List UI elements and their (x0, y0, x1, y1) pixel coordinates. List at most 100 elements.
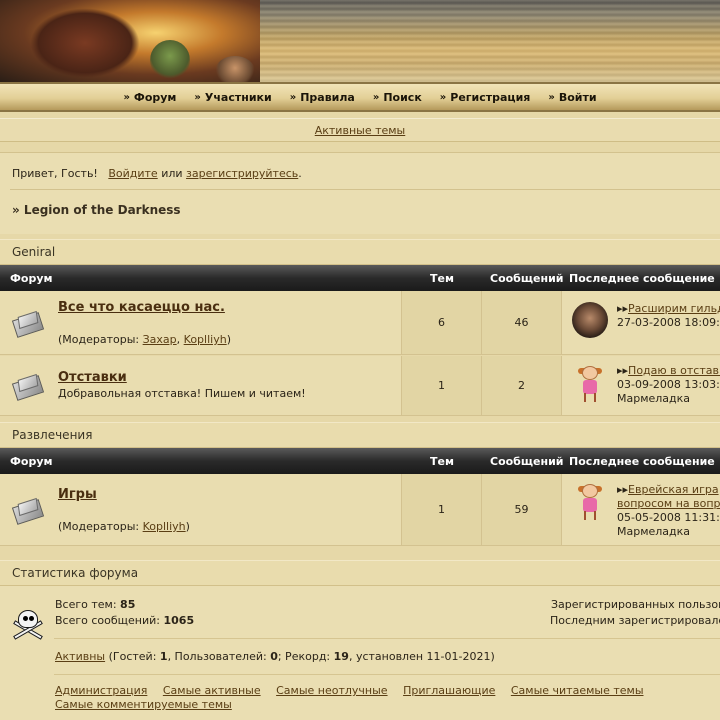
avatar (576, 484, 604, 520)
last-post-author: Мармеладка (617, 392, 691, 405)
envelope-icon (11, 310, 44, 338)
active-topics-link[interactable]: Активные темы (315, 124, 406, 137)
total-posts: Всего сообщений: 1065 (55, 614, 195, 627)
category-title: Geniral (0, 239, 720, 265)
banner-tauren (30, 8, 140, 78)
banner-sky (240, 0, 720, 82)
registered-users: Зарегистрированных пользователей (551, 598, 720, 611)
divider (54, 674, 720, 675)
most-commented-link[interactable]: Самые комментируемые темы (55, 698, 232, 711)
most-present-link[interactable]: Самые неотлучные (276, 684, 387, 697)
forum-row: Отставки Добравольная отставка! Пишем и … (0, 356, 720, 416)
breadcrumb: » Legion of the Darkness (12, 203, 181, 217)
stats-title: Статистика форума (0, 560, 720, 586)
nav-register[interactable]: » Регистрация (440, 91, 531, 104)
post-count: 2 (482, 356, 562, 415)
forum-info: Игры (Модераторы: Koplliyh) (55, 474, 402, 545)
header-posts: Сообщений (490, 455, 564, 468)
last-post: ▸▸Подаю в отставку 03-09-2008 13:03: Мар… (562, 356, 720, 415)
forum-row: Все что касаеццо нас. (Модераторы: Захар… (0, 291, 720, 355)
last-post-link[interactable]: Еврейская игра (628, 483, 719, 496)
last-post-date: 27-03-2008 18:09: (617, 316, 720, 329)
greeting-panel: Привет, Гость! Войдите или зарегистрируй… (0, 152, 720, 234)
envelope-icon (11, 497, 44, 525)
login-link[interactable]: Войдите (108, 167, 157, 180)
topic-count: 1 (402, 356, 482, 415)
envelope-icon (11, 373, 44, 401)
goto-post-icon[interactable]: ▸▸ (617, 302, 628, 315)
avatar (572, 302, 608, 338)
nav-forum[interactable]: » Форум (123, 91, 176, 104)
header-last: Последнее сообщение (569, 455, 715, 468)
header-banner (0, 0, 720, 82)
last-post-date: 03-09-2008 13:03: (617, 378, 720, 391)
last-post-link[interactable]: Расширим гильдию (628, 302, 720, 315)
nav-members[interactable]: » Участники (194, 91, 271, 104)
forum-row: Игры (Модераторы: Koplliyh) 1 59 ▸▸Еврей… (0, 474, 720, 546)
skull-icon (12, 608, 44, 642)
nav-rules[interactable]: » Правила (290, 91, 355, 104)
inviters-link[interactable]: Приглашающие (403, 684, 495, 697)
header-topics: Тем (430, 272, 454, 285)
table-header: Форум Тем Сообщений Последнее сообщение (0, 448, 720, 474)
chevron-icon: » (372, 91, 380, 103)
post-count: 59 (482, 474, 562, 545)
table-header: Форум Тем Сообщений Последнее сообщение (0, 265, 720, 291)
topic-count: 1 (402, 474, 482, 545)
stats-links: Администрация Самые активные Самые неотл… (55, 684, 656, 697)
last-post-author: Мармеладка (617, 525, 691, 538)
goto-post-icon[interactable]: ▸▸ (617, 483, 628, 496)
moderators: (Модераторы: Koplliyh) (58, 520, 190, 533)
divider (10, 189, 720, 190)
post-count: 46 (482, 291, 562, 354)
avatar (576, 366, 604, 402)
header-forum: Форум (10, 455, 53, 468)
topic-count: 6 (402, 291, 482, 354)
nav-login[interactable]: » Войти (548, 91, 596, 104)
last-post-link[interactable]: Подаю в отставку (628, 364, 720, 377)
last-post: ▸▸Расширим гильдию 27-03-2008 18:09: (562, 291, 720, 354)
moderator-link[interactable]: Koplliyh (184, 333, 227, 346)
last-post-link[interactable]: вопросом на вопрос (617, 497, 720, 510)
forum-description: Добравольная отставка! Пишем и читаем! (58, 387, 306, 400)
stats-panel: Всего тем: 85 Всего сообщений: 1065 Заре… (0, 586, 720, 720)
forum-info: Все что касаеццо нас. (Модераторы: Захар… (55, 291, 402, 354)
last-post-date: 05-05-2008 11:31: (617, 511, 720, 524)
header-topics: Тем (430, 455, 454, 468)
admin-link[interactable]: Администрация (55, 684, 147, 697)
banner-orc (150, 40, 190, 80)
last-post: ▸▸Еврейская игра вопросом на вопрос 05-0… (562, 474, 720, 545)
greeting-line: Привет, Гость! Войдите или зарегистрируй… (12, 167, 302, 180)
chevron-icon: » (289, 91, 297, 103)
forum-icon-cell (0, 356, 55, 415)
moderator-link[interactable]: Захар (143, 333, 177, 346)
most-active-link[interactable]: Самые активные (163, 684, 261, 697)
divider (54, 638, 720, 639)
nav-search[interactable]: » Поиск (373, 91, 422, 104)
chevron-icon: » (548, 91, 555, 103)
forum-info: Отставки Добравольная отставка! Пишем и … (55, 356, 402, 415)
goto-post-icon[interactable]: ▸▸ (617, 364, 628, 377)
last-registered: Последним зарегистрировался (550, 614, 720, 627)
banner-human (215, 56, 255, 82)
active-users-link[interactable]: Активны (55, 650, 105, 663)
header-forum: Форум (10, 272, 53, 285)
forum-link[interactable]: Все что касаеццо нас. (58, 300, 225, 315)
stats-links: Самые комментируемые темы (55, 698, 244, 711)
register-link[interactable]: зарегистрируйтесь (186, 167, 298, 180)
main-nav: » Форум » Участники » Правила » Поиск » Регис… (0, 82, 720, 112)
moderator-link[interactable]: Koplliyh (143, 520, 186, 533)
chevron-icon: » (123, 91, 130, 103)
forum-icon-cell (0, 291, 55, 354)
most-read-link[interactable]: Самые читаемые темы (511, 684, 644, 697)
header-last: Последнее сообщение (569, 272, 715, 285)
forum-link[interactable]: Отставки (58, 370, 127, 385)
header-posts: Сообщений (490, 272, 564, 285)
forum-link[interactable]: Игры (58, 487, 97, 502)
category-title: Развлечения (0, 422, 720, 448)
forum-icon-cell (0, 474, 55, 545)
total-topics: Всего тем: 85 (55, 598, 136, 611)
moderators: (Модераторы: Захар, Koplliyh) (58, 333, 231, 346)
active-topics-bar: Активные темы (0, 118, 720, 142)
online-info: Активны (Гостей: 1, Пользователей: 0; Ре… (55, 650, 495, 663)
